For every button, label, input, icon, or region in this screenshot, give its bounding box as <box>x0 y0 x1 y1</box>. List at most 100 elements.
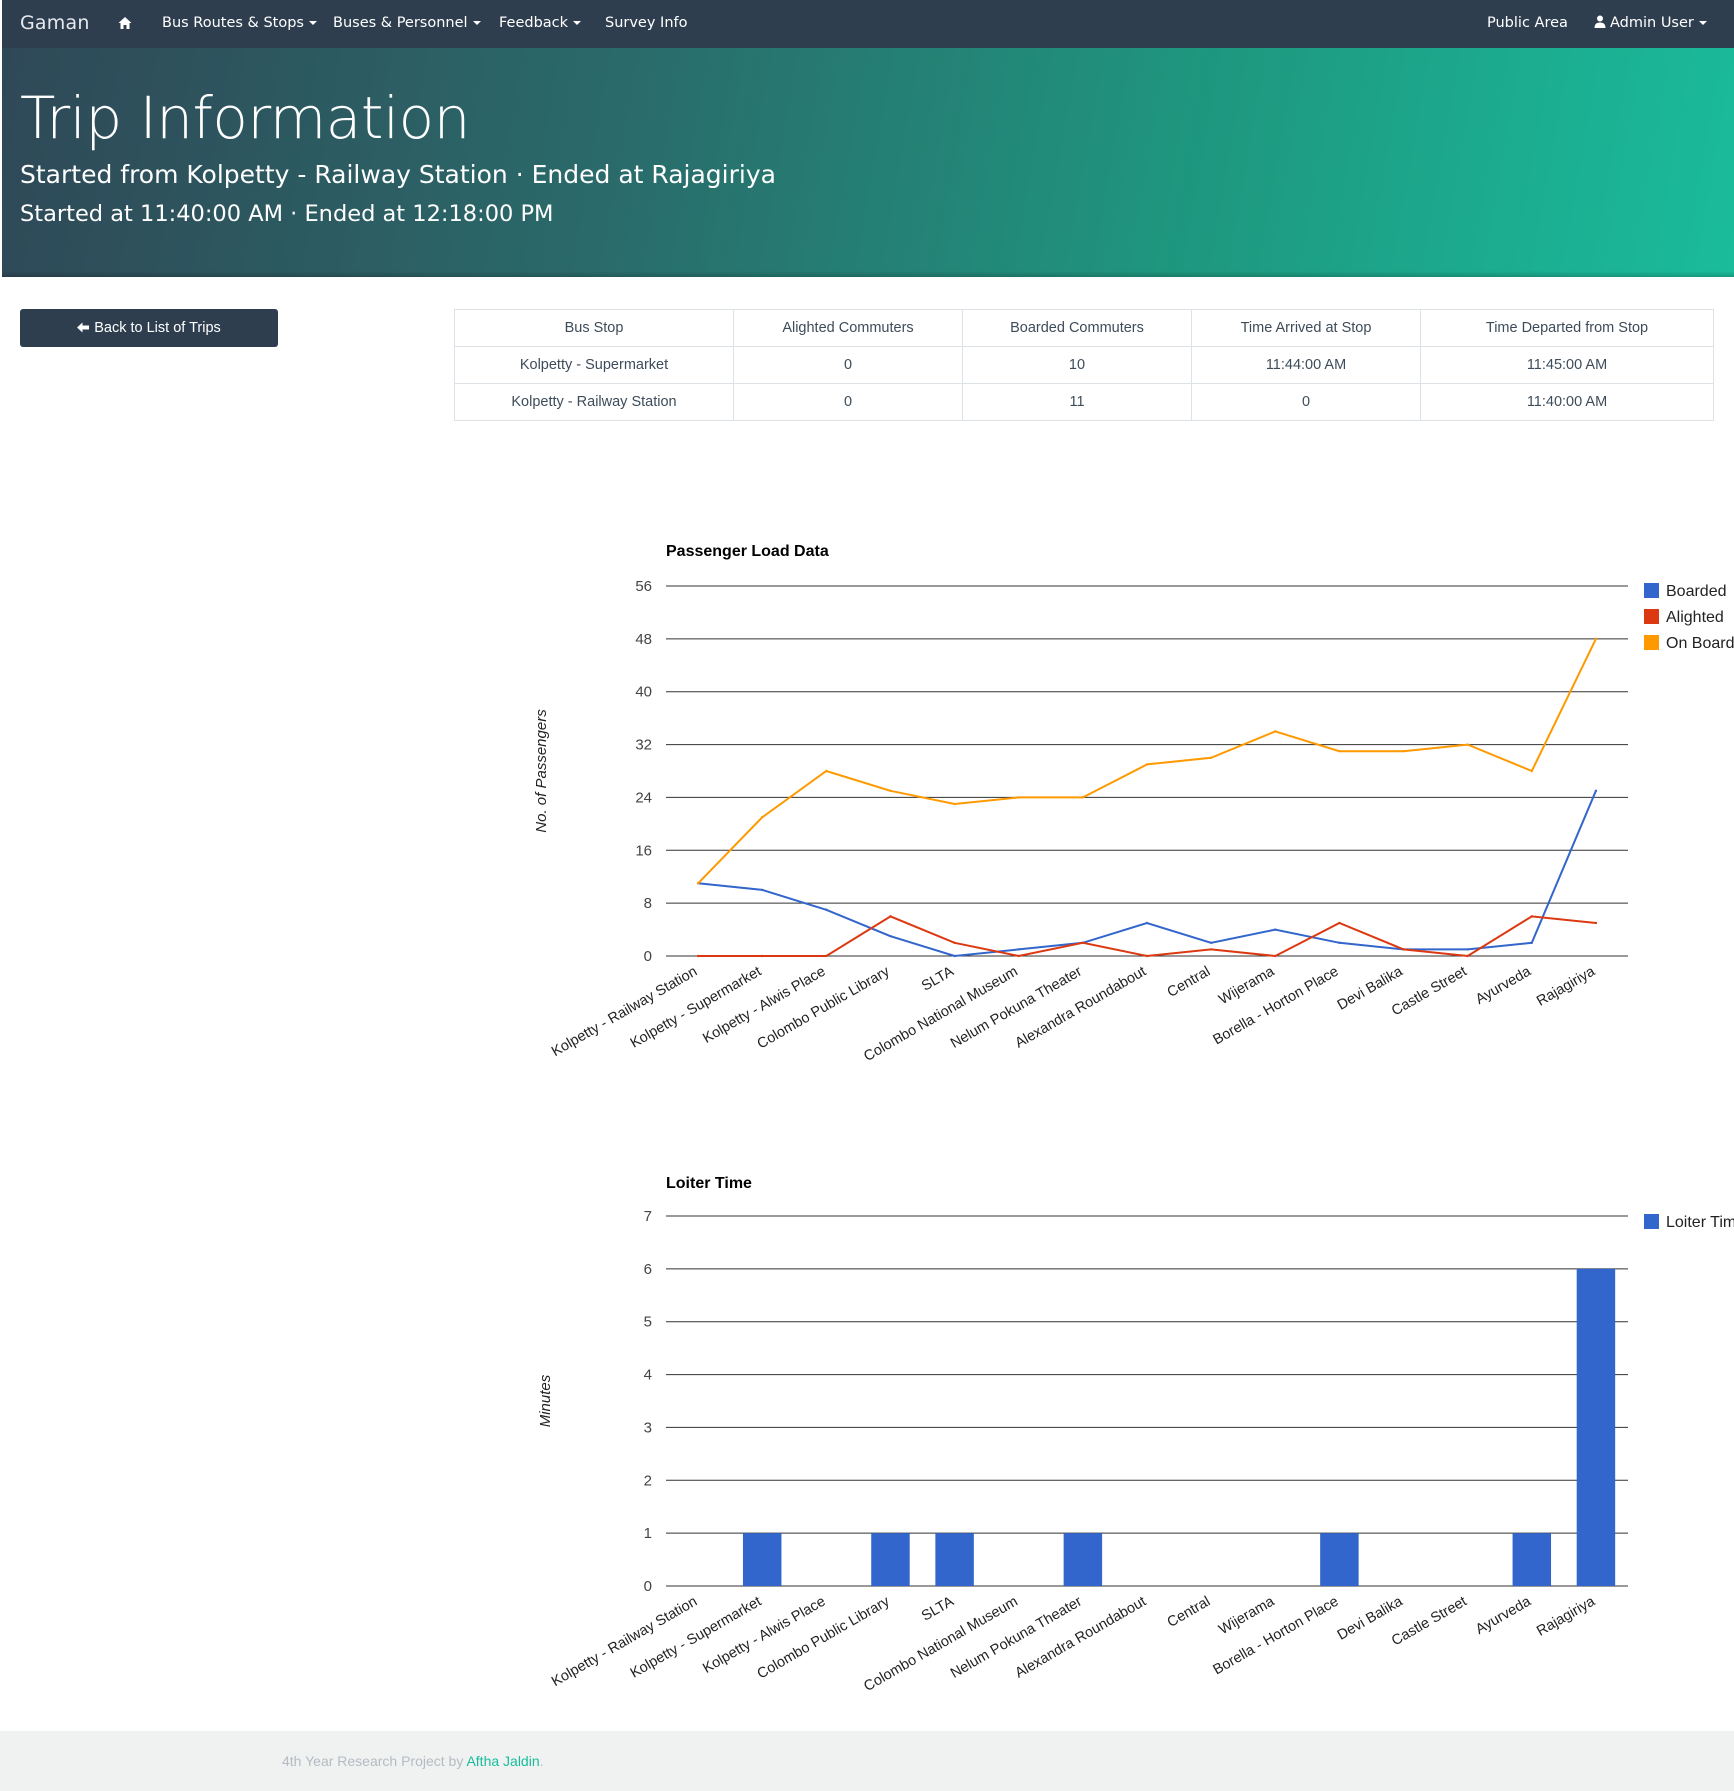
y-tick-label: 4 <box>644 1367 652 1384</box>
footer-credit: 4th Year Research Project by Aftha Jaldi… <box>282 1753 544 1769</box>
data-point <box>1338 941 1341 944</box>
legend-swatch <box>1644 1214 1659 1229</box>
data-point <box>953 802 956 806</box>
x-tick-label: Central <box>1165 964 1213 1001</box>
data-point <box>1338 921 1341 925</box>
data-point <box>761 888 764 892</box>
data-point <box>825 769 828 773</box>
data-point <box>825 954 828 958</box>
page-title: Trip Information <box>20 84 470 152</box>
footer-credit-prefix: 4th Year Research Project by <box>282 1753 467 1769</box>
column-header: Time Departed from Stop <box>1420 309 1714 347</box>
y-tick-label: 0 <box>644 948 652 965</box>
data-point <box>825 908 828 911</box>
data-point <box>1017 954 1020 958</box>
data-point <box>1530 941 1533 944</box>
data-point <box>889 934 892 938</box>
route-summary: Started from Kolpetty - Railway Station … <box>20 160 776 189</box>
y-axis-label: No. of Passengers <box>533 709 550 833</box>
data-point <box>1594 789 1598 793</box>
y-tick-label: 16 <box>635 842 652 859</box>
table-cell: 11:45:00 AM <box>1420 346 1714 384</box>
table-cell: 11:44:00 AM <box>1191 346 1421 384</box>
x-tick-label: Ayurveda <box>1473 963 1535 1008</box>
y-tick-label: 32 <box>635 737 652 754</box>
user-icon <box>1594 15 1606 28</box>
data-point <box>1017 796 1020 799</box>
data-point <box>1402 749 1405 753</box>
table-cell: 10 <box>962 346 1192 384</box>
data-point <box>1145 954 1149 958</box>
nav-bus-routes-stops[interactable]: Bus Routes & Stops <box>162 15 317 31</box>
bar <box>1320 1533 1359 1586</box>
column-header: Boarded Commuters <box>962 309 1192 347</box>
column-header: Bus Stop <box>454 309 734 347</box>
data-point <box>1274 954 1277 958</box>
data-point <box>696 954 700 958</box>
table-cell: 11:40:00 AM <box>1420 383 1714 421</box>
data-point <box>1402 948 1405 951</box>
data-point <box>1017 948 1020 951</box>
legend-label: Boarded <box>1666 583 1727 600</box>
arrow-left-icon <box>77 322 90 333</box>
stop-table: Bus Stop Alighted Commuters Boarded Comm… <box>454 309 1714 421</box>
data-point <box>1274 730 1277 733</box>
home-icon[interactable] <box>118 16 132 30</box>
data-point <box>1530 769 1533 773</box>
data-point <box>953 941 956 944</box>
table-cell: 0 <box>733 383 963 421</box>
y-tick-label: 7 <box>644 1208 652 1225</box>
data-point <box>761 816 764 819</box>
data-point <box>1081 941 1085 944</box>
data-point <box>1594 921 1598 925</box>
data-point <box>1145 921 1149 925</box>
nav-buses-personnel[interactable]: Buses & Personnel <box>333 15 481 31</box>
data-point <box>1274 928 1277 931</box>
data-point <box>953 954 956 958</box>
nav-user-menu[interactable]: Admin User <box>1594 15 1707 31</box>
series-line-boarded <box>697 790 1597 958</box>
back-button-label: Back to List of Trips <box>94 320 221 336</box>
bar <box>871 1533 910 1586</box>
user-name: Admin User <box>1610 15 1694 31</box>
passenger-load-chart-svg: Passenger Load Data 0 8 16 24 32 40 48 56 No. of … <box>533 543 1734 1065</box>
y-axis-label: Minutes <box>537 1374 554 1427</box>
back-to-trips-button[interactable]: Back to List of Trips <box>20 309 278 347</box>
table-header-row: Bus Stop Alighted Commuters Boarded Comm… <box>454 309 1714 347</box>
y-tick-label: 56 <box>635 578 652 595</box>
x-tick-label: Central <box>1165 1594 1213 1631</box>
nav-public-area[interactable]: Public Area <box>1487 15 1568 31</box>
header-banner: Trip Information Started from Kolpetty -… <box>2 48 1734 277</box>
table-row: Kolpetty - Railway Station 0 11 0 11:40:… <box>454 383 1714 421</box>
bar <box>935 1533 974 1586</box>
data-point <box>1530 915 1533 918</box>
brand-link[interactable]: Gaman <box>20 12 90 34</box>
bar <box>1063 1533 1103 1586</box>
legend-label: Loiter Tim <box>1666 1214 1734 1231</box>
table-cell: 11 <box>962 383 1192 421</box>
nav-survey-info[interactable]: Survey Info <box>605 15 688 31</box>
y-tick-label: 5 <box>644 1314 652 1331</box>
data-point <box>1338 749 1341 753</box>
author-link[interactable]: Aftha Jaldin <box>466 1753 539 1769</box>
nav-feedback[interactable]: Feedback <box>499 15 581 31</box>
data-point <box>889 789 892 793</box>
data-point <box>1209 756 1213 759</box>
table-cell: 0 <box>733 346 963 384</box>
data-point <box>761 954 764 958</box>
legend-label: On Board <box>1666 635 1734 652</box>
table-cell: Kolpetty - Supermarket <box>454 346 734 384</box>
y-tick-label: 0 <box>644 1578 652 1595</box>
data-point <box>1466 954 1469 958</box>
series-line-on-board <box>697 638 1597 884</box>
x-tick-label: SLTA <box>919 1593 957 1624</box>
data-point <box>1594 637 1598 641</box>
footer: 4th Year Research Project by Aftha Jaldi… <box>0 1731 1734 1791</box>
chart-title: Passenger Load Data <box>666 543 829 560</box>
data-point <box>1466 743 1469 746</box>
column-header: Alighted Commuters <box>733 309 963 347</box>
loiter-time-chart-svg: Loiter Time01234567MinutesKolpetty - Rai… <box>537 1175 1734 1695</box>
x-tick-label: SLTA <box>919 963 957 994</box>
y-tick-label: 2 <box>644 1472 652 1489</box>
data-point <box>889 915 892 918</box>
